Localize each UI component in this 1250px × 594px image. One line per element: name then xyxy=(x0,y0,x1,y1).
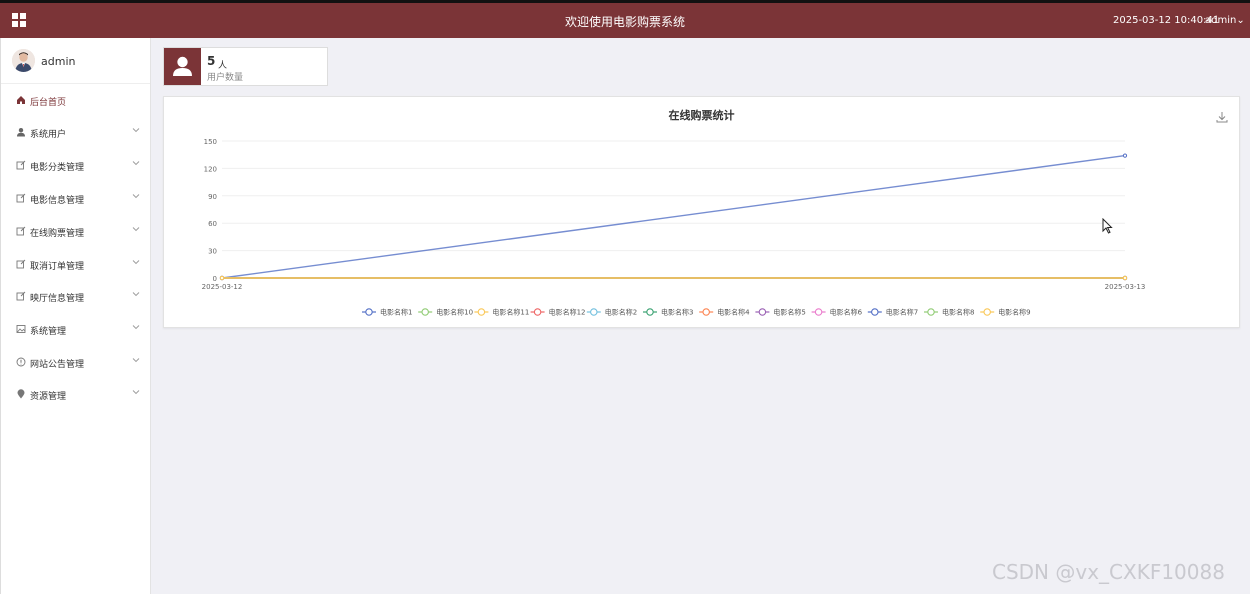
legend-item: 电影名称6 xyxy=(830,308,863,317)
header-datetime: 2025-03-12 10:40:41 xyxy=(1113,15,1220,26)
y-tick-label: 120 xyxy=(204,165,217,173)
chevron-down-icon[interactable] xyxy=(132,258,140,266)
legend-item: 电影名称10 xyxy=(436,308,473,317)
edit-icon xyxy=(16,259,26,269)
sidebar-item[interactable]: 系统用户 xyxy=(1,121,151,145)
legend-marker xyxy=(927,308,935,316)
legend-item: 电影名称7 xyxy=(886,308,918,317)
legend-item: 电影名称2 xyxy=(605,308,637,317)
legend-item: 电影名称11 xyxy=(492,308,529,317)
sidebar-item[interactable]: 电影信息管理 xyxy=(1,187,151,211)
sidebar: admin 后台首页系统用户电影分类管理 电影信息管理 在线购票管理 取消订单管理 映厅… xyxy=(0,38,151,594)
data-point xyxy=(1122,153,1128,158)
sidebar-item[interactable]: 系统管理 xyxy=(1,318,151,342)
y-tick-label: 60 xyxy=(208,220,217,228)
legend-item: 电影名称3 xyxy=(661,308,693,317)
legend-marker xyxy=(477,308,486,316)
data-point xyxy=(219,275,225,281)
user-icon xyxy=(164,48,201,85)
sidebar-item-label: 在线购票管理 xyxy=(30,229,85,239)
series-line xyxy=(221,154,1126,279)
legend-item: 电影名称8 xyxy=(942,308,974,317)
sidebar-item[interactable]: 后台首页 xyxy=(1,89,151,113)
legend-item: 电影名称9 xyxy=(998,308,1030,317)
y-tick-label: 30 xyxy=(208,248,217,256)
y-tick-label: 0 xyxy=(213,275,217,283)
user-count-label: 用户数量 xyxy=(207,73,244,83)
chevron-down-icon[interactable] xyxy=(132,192,140,200)
chevron-down-icon: ⌄ xyxy=(1236,15,1245,26)
edit-icon xyxy=(16,160,26,170)
legend-marker xyxy=(983,308,991,316)
sidebar-item-label: 系统管理 xyxy=(30,327,67,337)
edit-icon xyxy=(16,193,26,203)
app-title: 欢迎使用电影购票系统 xyxy=(564,15,685,29)
sidebar-item-label: 映厅信息管理 xyxy=(30,294,85,304)
info-icon xyxy=(16,357,26,367)
legend-marker xyxy=(758,308,767,316)
chevron-down-icon[interactable] xyxy=(132,323,140,331)
avatar[interactable] xyxy=(12,49,35,72)
ticket-stats-chart-card: 在线购票统计 0 30 60 90 120 150 2025-03-12 2025-03-13… xyxy=(163,96,1240,328)
mouse-cursor-icon xyxy=(1102,218,1113,234)
image-icon xyxy=(16,324,26,334)
sidebar-item-label: 资源管理 xyxy=(30,392,67,402)
data-point xyxy=(1122,275,1128,281)
location-icon xyxy=(16,389,26,399)
profile-name: admin xyxy=(41,55,76,68)
sidebar-item-label: 取消订单管理 xyxy=(30,262,85,272)
sidebar-item-label: 系统用户 xyxy=(30,130,67,140)
sidebar-item[interactable]: 取消订单管理 xyxy=(1,253,151,277)
y-tick-label: 90 xyxy=(208,193,217,201)
line-chart: 0 30 60 90 120 150 2025-03-12 2025-03-13 电影名称1 电影… xyxy=(202,138,1146,317)
legend-item: 电影名称5 xyxy=(773,308,805,317)
sidebar-item-label: 网站公告管理 xyxy=(30,360,85,370)
sidebar-item-label: 电影信息管理 xyxy=(30,196,85,206)
chevron-down-icon[interactable] xyxy=(132,388,140,396)
y-tick-label: 150 xyxy=(204,138,217,146)
sidebar-item[interactable]: 在线购票管理 xyxy=(1,220,151,244)
sidebar-item-label: 后台首页 xyxy=(30,98,67,108)
chevron-down-icon[interactable] xyxy=(132,356,140,364)
legend-item: 电影名称4 xyxy=(717,308,750,317)
user-count-card[interactable]: 5 人 用户数量 xyxy=(163,47,328,86)
sidebar-profile: admin xyxy=(1,38,150,84)
user-menu-label: admin xyxy=(1205,15,1237,26)
sidebar-item[interactable]: 映厅信息管理 xyxy=(1,285,151,309)
edit-icon xyxy=(16,226,26,236)
legend-item: 电影名称12 xyxy=(549,308,586,317)
chevron-down-icon[interactable] xyxy=(132,126,140,134)
watermark: CSDN @vx_CXKF10088 xyxy=(992,560,1225,584)
sidebar-item-label: 电影分类管理 xyxy=(30,163,85,173)
top-bar: 欢迎使用电影购票系统 2025-03-12 10:40:41 admin⌄ xyxy=(0,0,1250,38)
sidebar-item[interactable]: 资源管理 xyxy=(1,383,151,407)
sidebar-item[interactable]: 网站公告管理 xyxy=(1,351,151,375)
legend-marker xyxy=(814,308,823,316)
chevron-down-icon[interactable] xyxy=(132,290,140,298)
chevron-down-icon[interactable] xyxy=(132,225,140,233)
x-tick-label: 2025-03-13 xyxy=(1105,283,1146,291)
user-count-value: 5 xyxy=(207,54,216,68)
legend-marker xyxy=(421,308,429,316)
edit-icon xyxy=(16,291,26,301)
legend-marker xyxy=(590,308,598,316)
legend-marker xyxy=(533,308,542,316)
legend-marker xyxy=(702,308,710,316)
legend-marker xyxy=(871,308,879,316)
legend-item: 电影名称1 xyxy=(380,308,412,317)
chevron-down-icon[interactable] xyxy=(132,159,140,167)
home-icon xyxy=(16,95,26,105)
user-icon xyxy=(16,127,26,137)
user-menu[interactable]: admin⌄ xyxy=(1205,15,1245,26)
x-tick-label: 2025-03-12 xyxy=(202,283,243,291)
sidebar-item[interactable]: 电影分类管理 xyxy=(1,154,151,178)
legend-marker xyxy=(365,308,373,316)
legend-marker xyxy=(646,308,654,316)
